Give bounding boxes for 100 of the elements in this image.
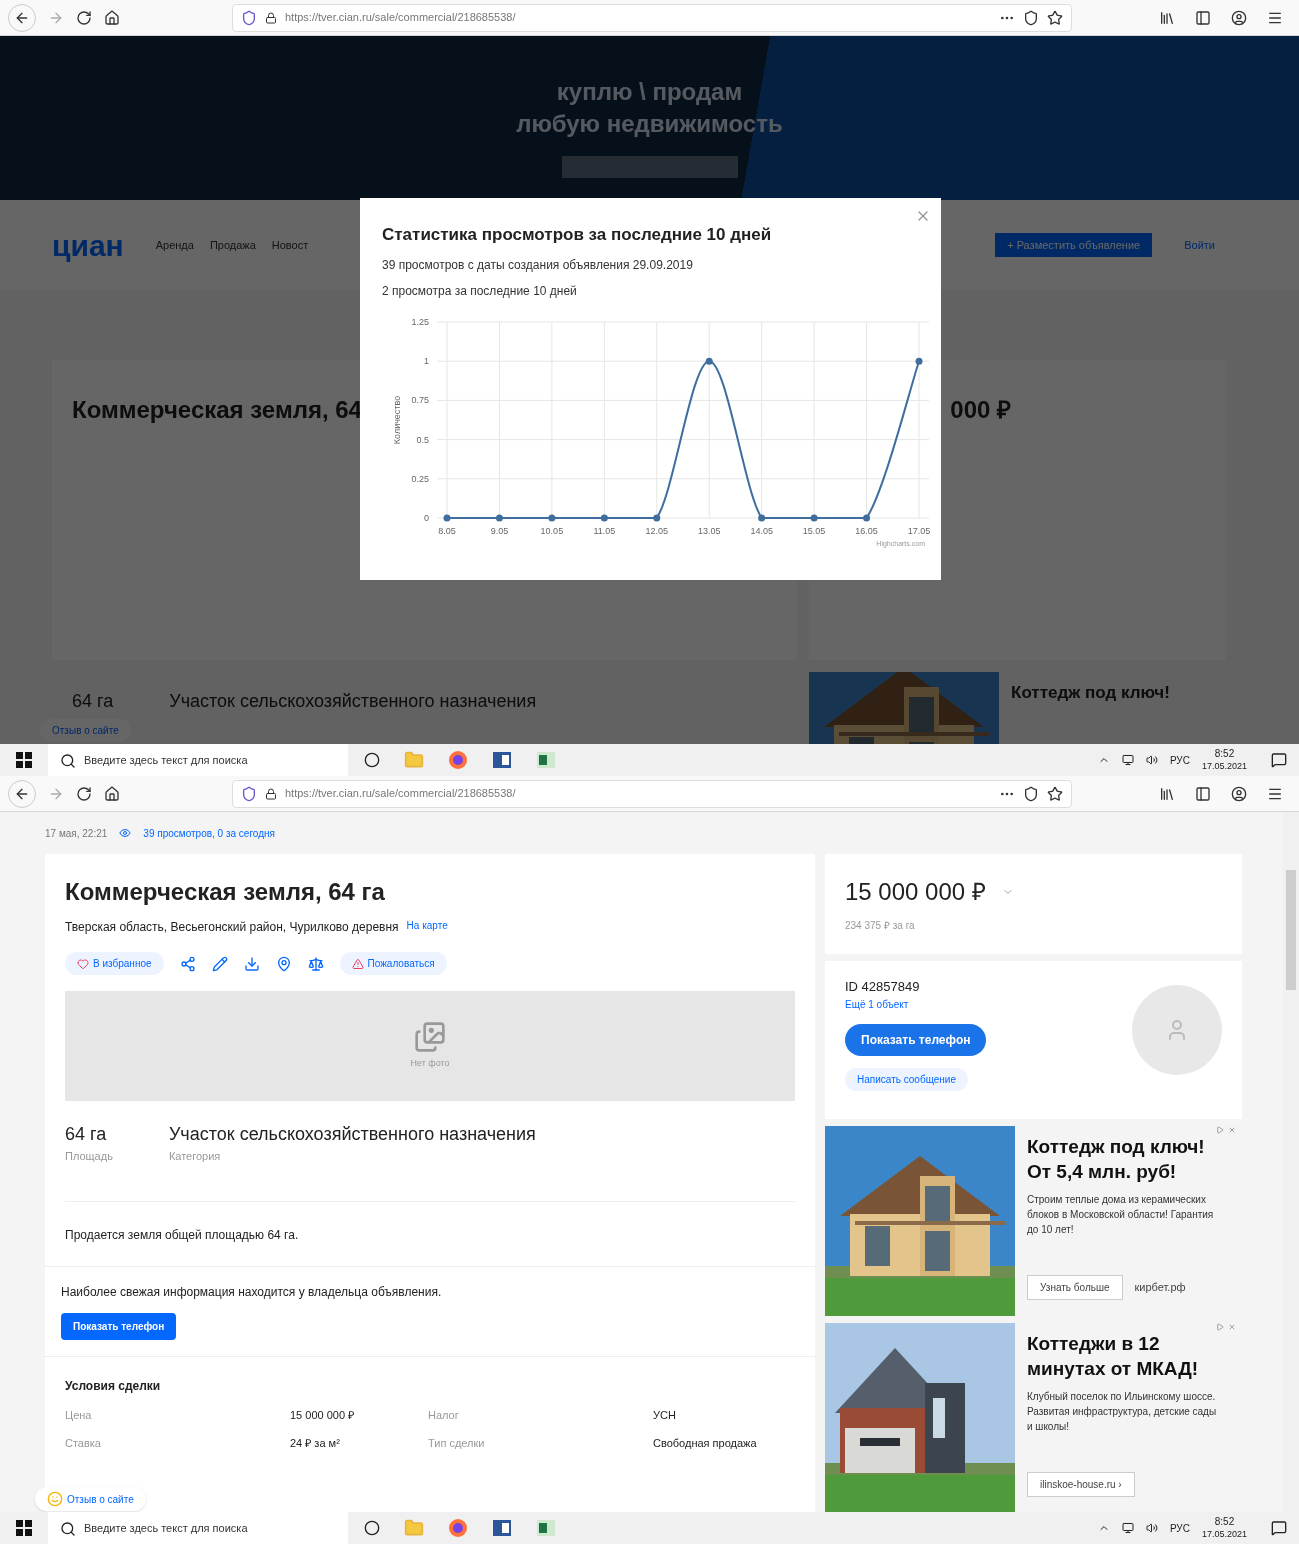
ad-title[interactable]: Коттедж под ключ! — [1011, 672, 1170, 744]
show-phone-button[interactable]: Показать телефон — [61, 1312, 177, 1340]
y-tick-label: 0.5 — [416, 434, 429, 445]
cortana-icon[interactable] — [364, 1520, 380, 1536]
reload-icon[interactable] — [76, 785, 92, 802]
spreadsheet-app-icon[interactable] — [536, 750, 556, 770]
nav-link[interactable]: Продажа — [209, 236, 256, 254]
address-bar[interactable]: https://tver.cian.ru/sale/commercial/218685538/ — [232, 3, 1072, 32]
taskbar-search-field[interactable]: Введите здесь текст для поиска — [48, 1512, 348, 1544]
site-logo[interactable]: циан — [52, 222, 124, 268]
windows-start-icon[interactable] — [16, 1520, 32, 1536]
views-link[interactable]: 39 просмотров, 0 за сегодня — [143, 825, 275, 841]
ad-domain[interactable]: кирбет.рф — [1134, 1279, 1186, 1296]
address-bar[interactable]: https://tver.cian.ru/sale/commercial/218685538/ — [232, 779, 1072, 808]
ad-button[interactable]: ilinskoe-house.ru › — [1027, 1472, 1135, 1497]
notifications-icon[interactable] — [1271, 752, 1287, 768]
address-text: Тверская область, Весьегонский район, Чурилково деревня — [65, 919, 399, 936]
compare-icon[interactable] — [307, 955, 324, 972]
browser-app-icon[interactable] — [448, 1518, 468, 1538]
deal-value: 24 ₽ за м² — [290, 1436, 341, 1451]
listing-title: Коммерческая земля, 64 га — [65, 877, 386, 907]
search-icon — [60, 753, 76, 769]
nav-link[interactable]: Новост — [271, 236, 309, 254]
y-tick-label: 1 — [424, 355, 429, 366]
pin-icon[interactable] — [275, 955, 292, 972]
x-tick-label: 10.05 — [540, 525, 564, 536]
price-text: 15 000 000 ₽ — [845, 877, 986, 907]
more-objects-link[interactable]: Ещё 1 объект — [845, 996, 909, 1012]
home-icon[interactable] — [104, 9, 120, 26]
x-tick-label: 9.05 — [490, 525, 509, 536]
no-photo-text: Нет фото — [410, 1057, 450, 1071]
windows-start-icon[interactable] — [16, 752, 32, 768]
favorite-button[interactable]: В избранное — [65, 952, 164, 975]
y-tick-label: 0.25 — [411, 473, 429, 484]
notifications-icon[interactable] — [1271, 1520, 1287, 1536]
account-icon[interactable] — [1231, 9, 1247, 26]
fact-label: Категория — [168, 1149, 222, 1164]
cortana-icon[interactable] — [364, 752, 380, 768]
show-phone-button[interactable]: Показать телефон — [845, 1023, 987, 1056]
login-link[interactable]: Войти — [1184, 236, 1215, 254]
clock-date: 17.05.2021 — [1201, 1528, 1247, 1540]
document-app-icon[interactable] — [492, 1518, 512, 1538]
ad-title[interactable]: Коттеджи в 12 минутах от МКАД! — [1027, 1331, 1218, 1381]
sidebar-icon[interactable] — [1195, 785, 1211, 802]
clock-time: 8:52 — [1214, 748, 1235, 760]
sidebar-icon[interactable] — [1195, 9, 1211, 26]
feedback-button[interactable]: Отзыв о сайте — [35, 1487, 146, 1511]
library-icon[interactable] — [1159, 785, 1175, 802]
account-icon[interactable] — [1231, 785, 1247, 802]
spreadsheet-app-icon[interactable] — [536, 1518, 556, 1538]
listing-title: Коммерческая земля, 64 — [72, 396, 362, 423]
language-indicator[interactable]: РУС — [1169, 752, 1190, 768]
x-tick-label: 16.05 — [855, 525, 878, 536]
x-tick-label: 15.05 — [802, 525, 826, 536]
fact-value: Участок сельскохозяйственного назначения — [168, 1123, 536, 1146]
ad-text: Строим теплые дома из керамических блоков в Московской области! Гарантия до 10 лет! — [1027, 1193, 1215, 1237]
data-point — [600, 514, 608, 521]
network-icon[interactable] — [1121, 1522, 1134, 1534]
reload-icon[interactable] — [76, 9, 92, 26]
listing-date: 17 мая, 22:21 — [45, 826, 108, 841]
photos-icon — [414, 1021, 446, 1054]
star-icon[interactable] — [1047, 785, 1063, 802]
dialog-text: 39 просмотров с даты создания объявления 29.09.2019 — [382, 256, 694, 274]
feedback-button[interactable]: Отзыв о сайте — [40, 719, 131, 742]
dialog-title: Статистика просмотров за последние 10 дней — [382, 224, 773, 246]
dialog-text: 2 просмотра за последние 10 дней — [382, 282, 578, 300]
eye-icon — [119, 827, 132, 839]
x-tick-label: 12.05 — [645, 525, 669, 536]
volume-icon[interactable] — [1145, 1522, 1158, 1534]
ad-text: Клубный поселок по Ильинскому шоссе. Развитая инфраструктура, детские сады и школы! — [1027, 1390, 1218, 1434]
download-icon[interactable] — [243, 955, 260, 972]
language-indicator[interactable]: РУС — [1169, 1520, 1190, 1536]
message-button[interactable]: Написать сообщение — [845, 1067, 968, 1091]
description-text: Продается земля общей площадью 64 га. — [65, 1227, 299, 1242]
taskbar-search-field[interactable]: Введите здесь текст для поиска — [48, 744, 348, 776]
lock-icon — [265, 787, 277, 800]
map-link[interactable]: На карте — [406, 918, 448, 936]
volume-icon[interactable] — [1145, 754, 1158, 766]
banner-headline: любую недвижимость — [516, 109, 783, 139]
library-icon[interactable] — [1159, 9, 1175, 26]
search-icon — [60, 1521, 76, 1537]
y-axis-label: Количество — [392, 395, 402, 444]
data-point — [863, 514, 871, 521]
home-icon[interactable] — [104, 785, 120, 802]
network-icon[interactable] — [1121, 754, 1134, 766]
price-per-unit: 234 375 ₽ за га — [845, 919, 916, 933]
y-tick-label: 0.75 — [411, 394, 429, 405]
browser-app-icon[interactable] — [448, 750, 468, 770]
star-icon[interactable] — [1047, 9, 1063, 26]
document-app-icon[interactable] — [492, 750, 512, 770]
post-ad-button[interactable]: + Разместить объявление — [995, 232, 1153, 258]
share-icon[interactable] — [179, 955, 196, 972]
data-point — [810, 514, 818, 521]
scrollbar[interactable] — [1283, 812, 1299, 1512]
nav-link[interactable]: Аренда — [155, 236, 194, 254]
ad-button[interactable]: Узнать больше — [1027, 1275, 1123, 1300]
report-button[interactable]: Пожаловаться — [339, 952, 447, 975]
category-value: Участок сельскохозяйственного назначения — [169, 690, 537, 713]
ad-title[interactable]: Коттедж под ключ! От 5,4 млн. руб! — [1027, 1134, 1218, 1184]
pencil-icon[interactable] — [211, 955, 228, 972]
